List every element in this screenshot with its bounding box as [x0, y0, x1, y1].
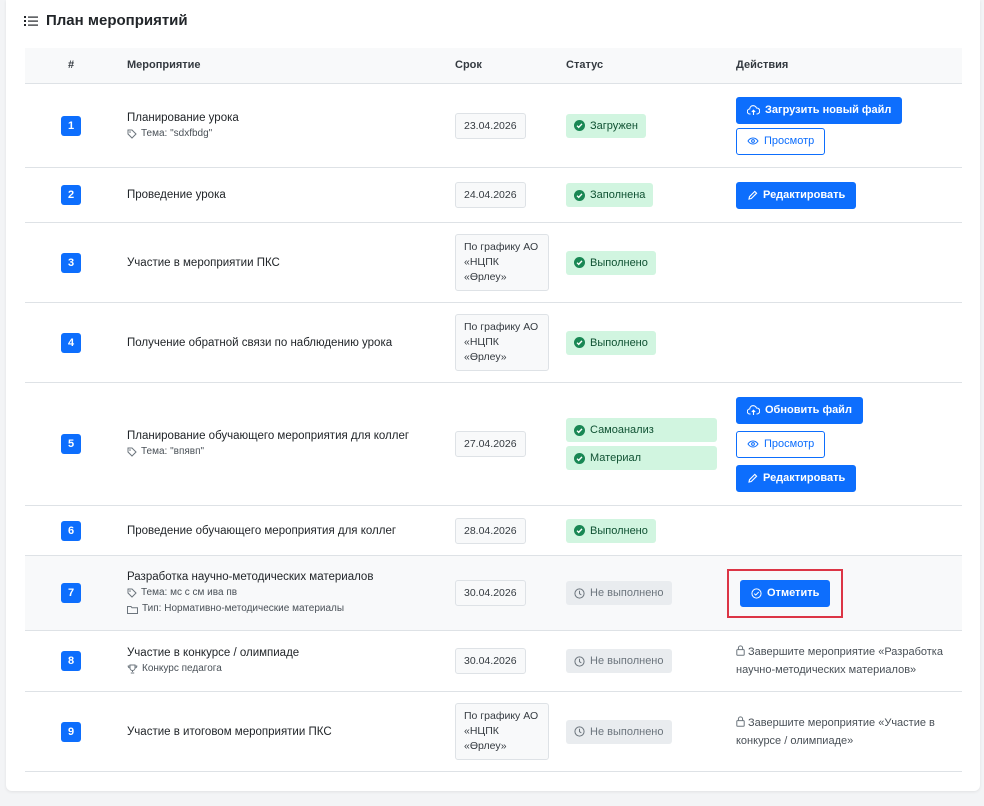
- status-badge: Выполнено: [566, 250, 656, 275]
- event-type: Тип: Нормативно-методические материалы: [127, 601, 447, 617]
- lock-icon: [736, 715, 745, 727]
- deadline-chip: 30.04.2026: [455, 648, 526, 674]
- check-circle-icon: [574, 424, 585, 436]
- event-title: Планирование обучающего мероприятия для …: [127, 430, 410, 442]
- event-plan-card: План мероприятий # Мероприятие Срок Стат…: [6, 0, 980, 791]
- header-num: #: [68, 59, 75, 71]
- table-row: 6 Проведение обучающего мероприятия для …: [25, 506, 962, 556]
- trophy-icon: [127, 664, 138, 674]
- status-badge: Не выполнено: [566, 649, 672, 673]
- header-actions: Действия: [736, 59, 789, 71]
- pencil-icon: [748, 473, 758, 483]
- deadline-chip: 28.04.2026: [455, 517, 526, 544]
- event-title: Участие в мероприятии ПКС: [127, 256, 280, 269]
- lock-icon: [736, 645, 745, 656]
- check-circle-icon: [574, 189, 585, 201]
- event-title: Планирование урока: [127, 111, 239, 124]
- event-topic: Тема: "впявп": [127, 444, 447, 460]
- row-number: 6: [61, 520, 81, 541]
- table-row: 9 Участие в итоговом мероприятии ПКС По …: [25, 692, 962, 772]
- event-title: Участие в конкурсе / олимпиаде: [127, 647, 300, 659]
- card-header: План мероприятий: [24, 12, 188, 29]
- status-badge: Материал: [566, 446, 717, 470]
- tag-icon: [127, 447, 137, 457]
- view-button[interactable]: Просмотр: [736, 127, 826, 155]
- check-circle-icon: [751, 587, 762, 599]
- deadline-chip: По графику АО «НЦПК «Өрлеу»: [455, 703, 549, 760]
- update-file-button[interactable]: Обновить файл: [736, 396, 863, 424]
- row-number: 1: [61, 115, 81, 136]
- status-badge: Не выполнено: [566, 581, 672, 605]
- event-title: Получение обратной связи по наблюдению у…: [127, 336, 393, 349]
- pencil-icon: [748, 190, 758, 200]
- table-row: 8 Участие в конкурсе / олимпиаде Конкурс…: [25, 631, 962, 692]
- clock-icon: [574, 655, 585, 667]
- eye-icon: [747, 137, 759, 145]
- event-title: Проведение урока: [127, 189, 226, 201]
- table-row: 7 Разработка научно-методических материа…: [25, 556, 962, 631]
- row-number: 2: [61, 185, 81, 205]
- page-title: План мероприятий: [46, 12, 188, 29]
- table-row: 2 Проведение урока 24.04.2026 Заполнена …: [25, 168, 962, 223]
- view-button[interactable]: Просмотр: [736, 430, 826, 458]
- locked-note: Завершите мероприятие «Участие в конкурс…: [736, 715, 935, 747]
- edit-button[interactable]: Редактировать: [736, 181, 857, 209]
- check-circle-icon: [574, 452, 585, 464]
- clock-icon: [574, 726, 585, 737]
- tag-icon: [127, 129, 137, 139]
- row-number: 9: [61, 721, 81, 742]
- status-badge: Выполнено: [566, 518, 656, 543]
- eye-icon: [747, 440, 759, 448]
- event-topic: Тема: "sdxfbdg": [127, 126, 447, 142]
- event-title: Проведение обучающего мероприятия для ко…: [127, 524, 397, 537]
- events-table: # Мероприятие Срок Статус Действия 1 Пла…: [25, 48, 962, 772]
- table-header: # Мероприятие Срок Статус Действия: [25, 48, 962, 84]
- deadline-chip: 30.04.2026: [455, 580, 526, 606]
- deadline-chip: По графику АО «НЦПК «Өрлеу»: [455, 234, 549, 291]
- event-title: Участие в итоговом мероприятии ПКС: [127, 725, 332, 738]
- table-row: 4 Получение обратной связи по наблюдению…: [25, 303, 962, 383]
- header-status: Статус: [566, 59, 604, 71]
- status-badge: Загружен: [566, 113, 646, 138]
- header-event: Мероприятие: [127, 59, 201, 71]
- table-row: 5 Планирование обучающего мероприятия дл…: [25, 383, 962, 506]
- event-category: Конкурс педагога: [127, 661, 447, 677]
- status-badge: Самоанализ: [566, 418, 717, 442]
- table-row: 1 Планирование урока Тема: "sdxfbdg" 23.…: [25, 84, 962, 168]
- tag-icon: [127, 588, 137, 598]
- check-circle-icon: [574, 120, 585, 131]
- upload-file-button[interactable]: Загрузить новый файл: [736, 96, 903, 124]
- check-circle-icon: [574, 257, 585, 268]
- deadline-chip: 24.04.2026: [455, 182, 526, 208]
- list-icon: [24, 15, 38, 26]
- status-badge: Выполнено: [566, 330, 656, 355]
- row-number: 5: [61, 434, 81, 454]
- event-topic: Тема: мс с см ива пв: [127, 585, 447, 601]
- check-circle-icon: [574, 337, 585, 348]
- header-deadline: Срок: [455, 59, 482, 71]
- row-number: 7: [61, 583, 81, 603]
- row-number: 3: [61, 252, 81, 273]
- mark-done-button[interactable]: Отметить: [740, 579, 831, 607]
- clock-icon: [574, 587, 585, 599]
- status-badge: Не выполнено: [566, 719, 672, 744]
- highlight-frame: Отметить: [727, 568, 844, 618]
- table-row: 3 Участие в мероприятии ПКС По графику А…: [25, 223, 962, 303]
- edit-button[interactable]: Редактировать: [736, 464, 857, 492]
- row-number: 8: [61, 651, 81, 671]
- deadline-chip: По графику АО «НЦПК «Өрлеу»: [455, 314, 549, 371]
- locked-note: Завершите мероприятие «Разработка научно…: [736, 645, 943, 676]
- cloud-upload-icon: [747, 404, 760, 415]
- cloud-upload-icon: [747, 104, 760, 115]
- deadline-chip: 23.04.2026: [455, 112, 526, 139]
- folder-icon: [127, 605, 138, 614]
- row-number: 4: [61, 332, 81, 353]
- check-circle-icon: [574, 525, 585, 536]
- status-badge: Заполнена: [566, 183, 654, 207]
- deadline-chip: 27.04.2026: [455, 431, 526, 457]
- event-title: Разработка научно-методических материало…: [127, 571, 374, 583]
